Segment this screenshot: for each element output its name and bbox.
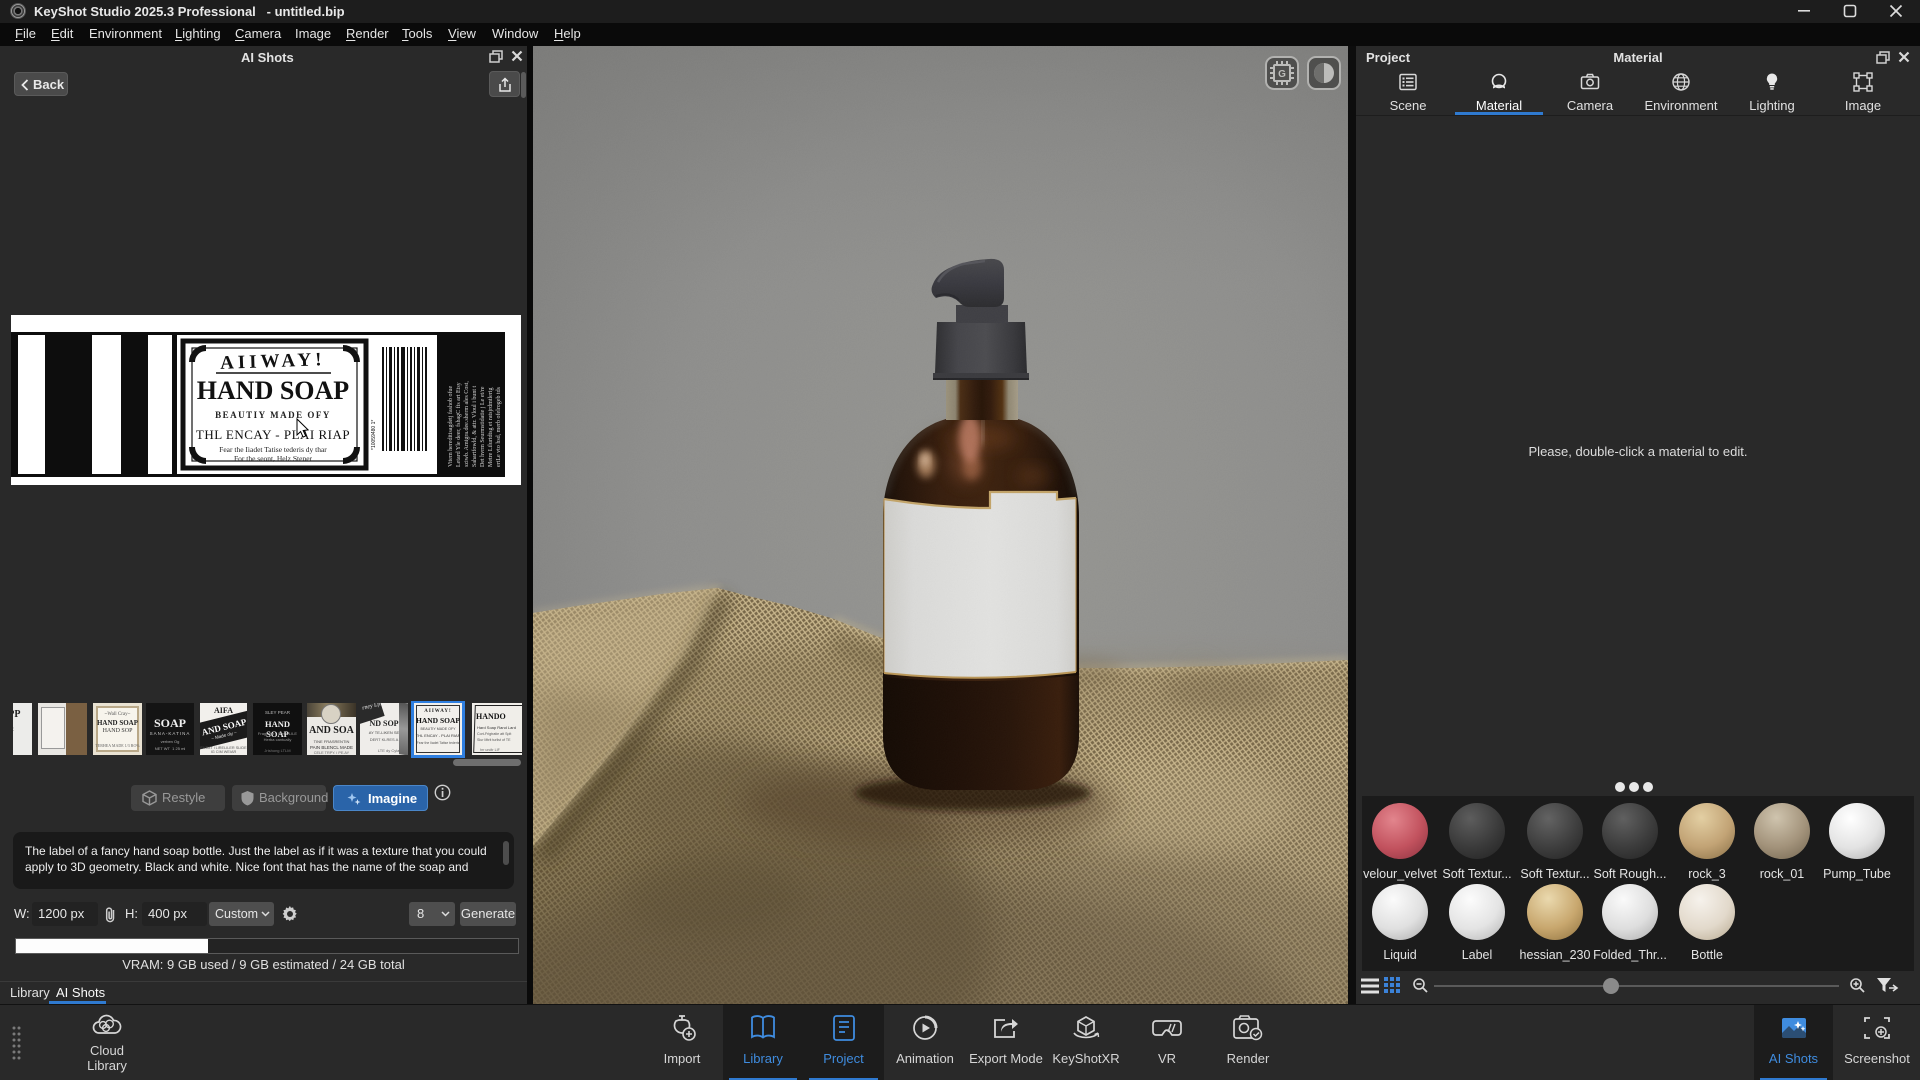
svg-text:*10059480 1*: *10059480 1* <box>371 420 377 450</box>
svg-text:THL ENCAY - PLAI RIAP: THL ENCAY - PLAI RIAP <box>196 427 350 442</box>
svg-text:Letard Yle deer, fshagC fis ar: Letard Yle deer, fshagC fis art Etsy <box>455 382 462 467</box>
svg-text:sziwb. Amigra.dee.sherm ales C: sziwb. Amigra.dee.sherm ales Cost, <box>464 381 470 467</box>
svg-text:AIIWAY!: AIIWAY! <box>220 349 326 374</box>
svg-text:Vitem hereditisagdetj fashob o: Vitem hereditisagdetj fashob ofue <box>447 386 454 467</box>
svg-text:For the seont, Helz Stener: For the seont, Helz Stener <box>234 454 313 463</box>
svg-text:Metre Lilurtdtsg et ratsjrdmtl: Metre Lilurtdtsg et ratsjrdmtlerig <box>488 388 494 467</box>
svg-text:Fear the Iiadet Tatise tederis: Fear the Iiadet Tatise tederis dy thar <box>219 445 327 454</box>
svg-text:HAND SOAP: HAND SOAP <box>197 376 350 405</box>
svg-text:BEAUTIY MADE OFY: BEAUTIY MADE OFY <box>215 410 331 420</box>
svg-text:Det hvrm Seurmstidatie j Le et: Det hvrm Seurmstidatie j Le et/re <box>480 386 486 467</box>
svg-text:G: G <box>1278 69 1286 80</box>
svg-text:ertLe vto hsd, merb ofelrogeb: ertLe vto hsd, merb ofelrogeb tds <box>495 386 502 467</box>
svg-text:Sahartfowld, & attr. Vloul i b: Sahartfowld, & attr. Vloul i bunt t <box>471 385 478 467</box>
